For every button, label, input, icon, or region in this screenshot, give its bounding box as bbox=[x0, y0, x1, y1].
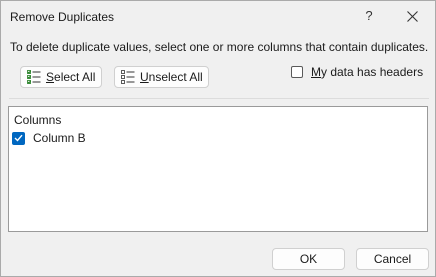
unchecked-list-icon bbox=[121, 70, 135, 84]
column-label: Column B bbox=[33, 131, 86, 145]
unselect-all-button[interactable]: Unselect All bbox=[114, 66, 209, 88]
instructions-text: To delete duplicate values, select one o… bbox=[10, 40, 429, 54]
checklist-icon bbox=[27, 70, 41, 84]
dialog-title: Remove Duplicates bbox=[10, 10, 115, 24]
title-bar: Remove Duplicates ? bbox=[1, 1, 435, 31]
close-button[interactable] bbox=[401, 6, 423, 26]
headers-checkbox-label: My data has headers bbox=[311, 65, 424, 79]
ok-button[interactable]: OK bbox=[272, 248, 345, 270]
my-data-has-headers-checkbox[interactable]: My data has headers bbox=[291, 65, 423, 79]
checkmark-icon bbox=[14, 134, 23, 142]
divider bbox=[9, 98, 429, 99]
select-all-label: Select All bbox=[46, 70, 96, 84]
remove-duplicates-dialog: Remove Duplicates ? To delete duplicate … bbox=[0, 0, 436, 277]
column-list-item[interactable]: Column B bbox=[12, 131, 86, 145]
columns-list[interactable]: Columns Column B bbox=[8, 106, 428, 232]
select-all-button[interactable]: Select All bbox=[20, 66, 102, 88]
close-icon bbox=[406, 10, 418, 22]
help-button[interactable]: ? bbox=[359, 6, 379, 26]
column-checkbox[interactable] bbox=[12, 131, 25, 145]
unselect-all-label: Unselect All bbox=[140, 70, 203, 84]
cancel-button[interactable]: Cancel bbox=[356, 248, 429, 270]
headers-checkbox-box[interactable] bbox=[291, 66, 303, 78]
columns-list-header: Columns bbox=[14, 113, 62, 127]
